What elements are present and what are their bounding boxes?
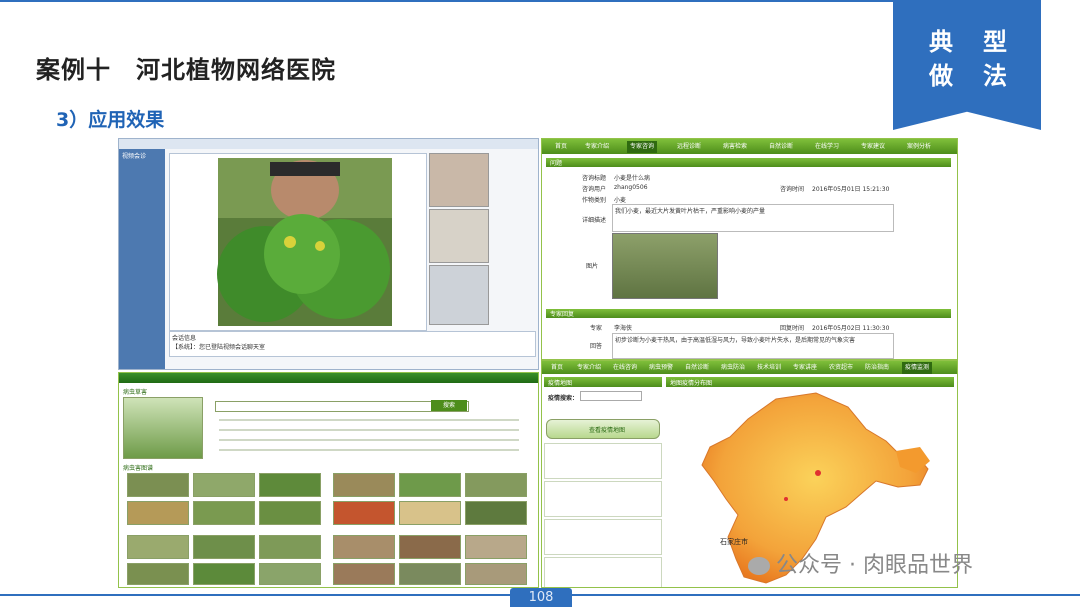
pest-thumbnail[interactable] (465, 535, 527, 559)
nav-tab[interactable]: 在线咨询 (610, 362, 640, 374)
expert-qa-screenshot: 首页 专家介绍 专家咨询 远程诊断 病害检索 自然诊断 在线学习 专家建议 案例… (541, 138, 958, 360)
farmer-with-greens-image (217, 158, 392, 326)
pest-thumbnail[interactable] (333, 501, 395, 525)
nav-tab[interactable]: 防治指南 (862, 362, 892, 374)
badge-char: 型 (983, 28, 1007, 56)
map-list-slot (544, 519, 662, 555)
pest-thumbnail[interactable] (399, 473, 461, 497)
nav-tab[interactable]: 技术培训 (754, 362, 784, 374)
left-toolbar: 视频会诊 (119, 149, 165, 369)
wechat-icon (748, 557, 770, 575)
pest-thumbnail[interactable] (259, 473, 321, 497)
nav-tab[interactable]: 自然诊断 (766, 141, 796, 153)
wheat-field-photo (612, 233, 718, 299)
pest-thumbnail[interactable] (259, 501, 321, 525)
nav-tab[interactable]: 病虫防治 (718, 362, 748, 374)
view-map-button[interactable]: 查看疫情地图 (546, 419, 660, 439)
header-label: 病虫草害 (123, 389, 148, 396)
pest-thumbnail[interactable] (399, 563, 461, 585)
pest-thumbnail[interactable] (333, 473, 395, 497)
participant-video (429, 153, 489, 207)
section-label: 病虫害图谱 (123, 465, 154, 472)
site-header (119, 373, 538, 383)
pest-thumbnail[interactable] (259, 563, 321, 585)
badge-char: 做 (929, 62, 953, 90)
description-box: 我们小麦，最近大片发黄叶片枯干，严重影响小麦的产量 (612, 204, 894, 232)
pest-thumbnail[interactable] (259, 535, 321, 559)
slide-subtitle: 3）应用效果 (56, 109, 165, 131)
pest-thumbnail[interactable] (333, 535, 395, 559)
participant-video (429, 265, 489, 325)
chat-box[interactable]: 会话信息 【系统】：您已登陆视频会话聊天室 (169, 331, 536, 357)
pest-thumbnail[interactable] (333, 563, 395, 585)
pest-thumbnail[interactable] (127, 473, 189, 497)
pest-thumbnail[interactable] (465, 563, 527, 585)
answer-box: 初步诊断为小麦干热风，由于高温低湿与风力，导致小麦叶片失水，是后期常见的气象灾害 (612, 333, 894, 359)
epidemic-search-input[interactable] (580, 391, 642, 401)
pest-thumbnail[interactable] (193, 563, 255, 585)
nav-bar: 首页 专家介绍 专家咨询 远程诊断 病害检索 自然诊断 在线学习 专家建议 案例… (542, 139, 957, 154)
pest-thumbnail[interactable] (193, 473, 255, 497)
main-video (169, 153, 427, 331)
nav-tab[interactable]: 专家建议 (858, 141, 888, 153)
map-city-label: 石家庄市 (720, 538, 748, 546)
pest-thumbnail[interactable] (465, 501, 527, 525)
pest-thumbnail[interactable] (399, 535, 461, 559)
pest-thumbnail[interactable] (465, 473, 527, 497)
pest-catalog-screenshot: 病虫草害 搜索 病虫害图谱 (118, 372, 539, 588)
nav-tab[interactable]: 首页 (552, 141, 570, 153)
top-rule (0, 0, 893, 2)
pest-thumbnail[interactable] (127, 563, 189, 585)
pest-thumbnail[interactable] (399, 501, 461, 525)
nav-tab[interactable]: 自然诊断 (682, 362, 712, 374)
badge-char: 法 (983, 62, 1007, 90)
pest-thumbnail[interactable] (193, 535, 255, 559)
nav-tab[interactable]: 专家介绍 (582, 141, 612, 153)
nav-tab[interactable]: 首页 (548, 362, 566, 374)
watermark: 公众号 · 肉眼品世界 (748, 547, 973, 579)
badge-char: 典 (929, 28, 953, 56)
corner-badge: 典 型 做 法 (893, 0, 1041, 130)
nav-tab[interactable]: 案例分析 (904, 141, 934, 153)
nav-tab[interactable]: 专家讲座 (790, 362, 820, 374)
map-list-slot (544, 557, 662, 587)
nav-bar: 首页 专家介绍 在线咨询 病虫预警 自然诊断 病虫防治 技术培训 专家讲座 农资… (542, 361, 957, 374)
nav-tab[interactable]: 在线学习 (812, 141, 842, 153)
map-list-slot (544, 481, 662, 517)
window-titlebar (119, 139, 538, 149)
search-button[interactable]: 搜索 (431, 400, 467, 411)
map-list-slot (544, 443, 662, 479)
nav-tab-active[interactable]: 专家咨询 (627, 141, 658, 153)
section-header: 专家回复 (546, 309, 951, 318)
nav-tab[interactable]: 专家介绍 (574, 362, 604, 374)
slide-title: 案例十 河北植物网络医院 (36, 56, 336, 84)
nav-tab[interactable]: 病虫预警 (646, 362, 676, 374)
pest-thumbnail[interactable] (127, 501, 189, 525)
section-header: 问题 (546, 158, 951, 167)
pest-thumbnail[interactable] (193, 501, 255, 525)
participant-video (429, 209, 489, 263)
nav-tab[interactable]: 农资超市 (826, 362, 856, 374)
nav-tab-active[interactable]: 疫情监测 (902, 362, 933, 374)
panel-header: 疫情地图 (544, 377, 662, 387)
nav-tab[interactable]: 远程诊断 (674, 141, 704, 153)
video-consult-screenshot: 视频会诊 会话信息 【系统】：您已登陆视频会话聊天室 (118, 138, 539, 370)
page-number: 108 (510, 588, 572, 607)
banner-image (123, 397, 203, 459)
nav-tab[interactable]: 病害检索 (720, 141, 750, 153)
panel-header: 地图疫情分布图 (666, 377, 954, 387)
pest-thumbnail[interactable] (127, 535, 189, 559)
